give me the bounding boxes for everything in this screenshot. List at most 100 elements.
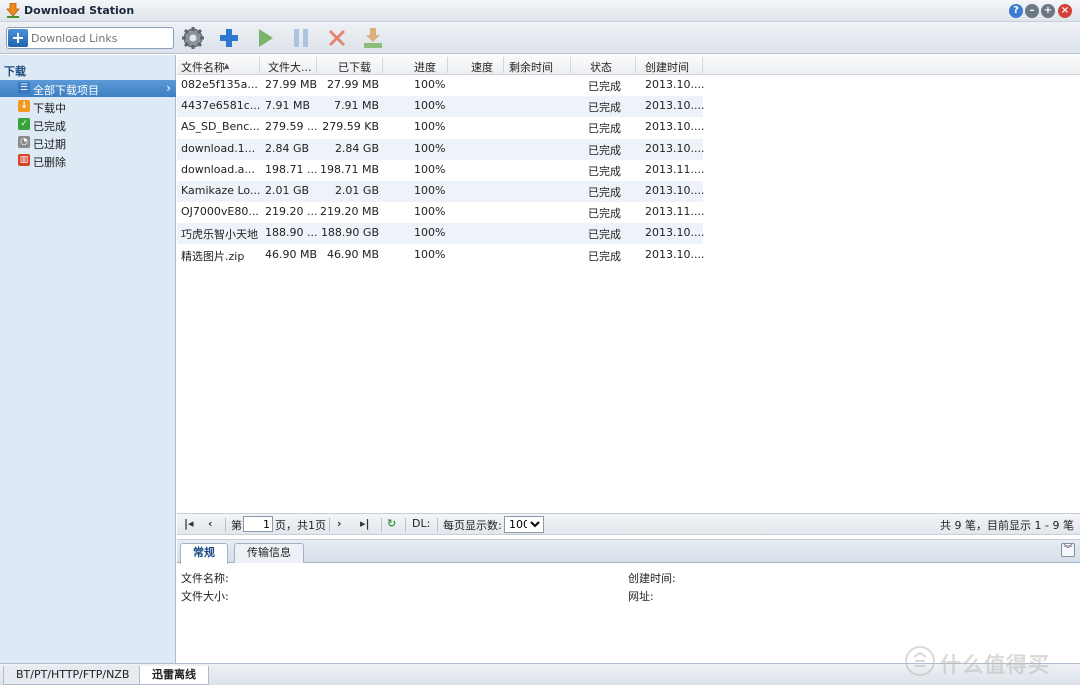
table-row[interactable]: Kamikaze Lo... 2.01 GB 2.01 GB 100% 已完成 2013.…: [177, 181, 705, 202]
table-cell: 巧虎乐智小天地: [181, 228, 258, 242]
table-row[interactable]: 082e5f135a... 27.99 MB 27.99 MB 100% 已完成 2013…: [177, 75, 705, 96]
save-icon[interactable]: [361, 26, 385, 50]
detail-filename-label: 文件名称:: [181, 572, 229, 585]
column-divider: [382, 57, 383, 73]
sidebar-item-2[interactable]: ✓ 已完成: [0, 116, 176, 133]
add-link-icon[interactable]: +: [8, 29, 28, 47]
maximize-icon[interactable]: +: [1041, 4, 1055, 18]
delete-icon[interactable]: [325, 26, 349, 50]
last-page-button[interactable]: ▸|: [360, 517, 370, 530]
collapse-icon[interactable]: ︾: [1061, 543, 1075, 557]
table-row[interactable]: AS_SD_Benc... 279.59 ... 279.59 KB 100% 已完成 2…: [177, 117, 705, 138]
sidebar-item-4[interactable]: ▥ 已删除: [0, 152, 176, 169]
table-cell: 2.01 GB: [334, 184, 379, 197]
tab-bt-pt-http[interactable]: BT/PT/HTTP/FTP/NZB: [3, 666, 143, 685]
column-header-2[interactable]: 已下载: [338, 59, 371, 75]
table-cell: 27.99 MB: [265, 78, 318, 91]
help-icon[interactable]: ?: [1009, 4, 1023, 18]
tab-transfer-info[interactable]: 传输信息: [234, 543, 304, 563]
pause-icon[interactable]: [289, 26, 313, 50]
sidebar-section-title: 下载: [4, 65, 26, 78]
next-page-button[interactable]: ›: [337, 517, 342, 530]
chevron-right-icon: ›: [166, 81, 171, 95]
detail-created-label: 创建时间:: [628, 572, 676, 585]
sidebar-item-0[interactable]: ☰ 全部下载项目 ›: [0, 80, 176, 97]
sidebar: 下载 ☰ 全部下载项目 › ↓ 下载中 ✓ 已完成 ◔ 已过期 ▥ 已删除: [0, 55, 176, 663]
app-title: Download Station: [24, 4, 135, 17]
sidebar-item-1[interactable]: ↓ 下载中: [0, 98, 176, 115]
table-row[interactable]: 4437e6581c... 7.91 MB 7.91 MB 100% 已完成 2013.1…: [177, 96, 705, 118]
table-cell: 2013.10....: [645, 120, 705, 134]
divider: [329, 518, 330, 532]
column-divider: [447, 57, 448, 73]
table-row[interactable]: download.a... 198.71 ... 198.71 MB 100% 已完成 2…: [177, 160, 705, 181]
table-cell: 188.90 ...: [265, 226, 318, 240]
column-divider: [570, 57, 571, 73]
download-links-field[interactable]: +: [6, 27, 174, 49]
pager-summary: 共 9 笔，目前显示 1 - 9 笔: [940, 519, 1074, 532]
table-cell: 100%: [414, 99, 446, 113]
column-header-6[interactable]: 状态: [590, 59, 612, 75]
minimize-icon[interactable]: –: [1025, 4, 1039, 18]
table-cell: 2013.10....: [645, 99, 705, 113]
table-cell: 2013.10....: [645, 184, 705, 197]
grid-header: 文件名称 ▲ 文件大... 已下载 进度 速度 剩余时间 状态 创建时间: [177, 55, 1080, 75]
table-row[interactable]: 精选图片.zip 46.90 MB 46.90 MB 100% 已完成 2013.10..…: [177, 245, 704, 266]
prev-page-button[interactable]: ‹: [208, 517, 213, 530]
table-cell: 已完成: [588, 101, 621, 115]
table-cell: 精选图片.zip: [181, 249, 245, 263]
sort-ascending-icon: ▲: [224, 62, 230, 70]
table-cell: 219.20 ...: [265, 205, 318, 219]
table-cell: 已完成: [588, 186, 621, 199]
column-divider: [316, 57, 317, 73]
column-header-3[interactable]: 进度: [414, 59, 436, 75]
table-cell: 279.59 KB: [322, 120, 379, 134]
table-cell: 2013.11....: [645, 162, 705, 176]
column-header-0[interactable]: 文件名称: [181, 59, 225, 75]
download-links-input[interactable]: [31, 30, 171, 46]
divider: [381, 518, 382, 532]
refresh-icon[interactable]: ↻: [387, 517, 396, 530]
table-cell: 2013.10....: [645, 226, 705, 240]
trash-icon: ▥: [18, 154, 30, 166]
sidebar-item-3[interactable]: ◔ 已过期: [0, 134, 176, 151]
table-cell: 100%: [414, 226, 446, 240]
per-page-select[interactable]: 100: [504, 516, 544, 533]
table-cell: 已完成: [588, 164, 621, 178]
table-cell: 279.59 ...: [265, 120, 318, 134]
page-number-input[interactable]: [243, 516, 273, 532]
table-cell: 46.90 MB: [326, 247, 379, 261]
first-page-button[interactable]: |◂: [184, 517, 194, 530]
column-header-7[interactable]: 创建时间: [645, 59, 689, 75]
watermark-logo: [905, 646, 935, 676]
divider: [405, 518, 406, 532]
clock-icon: ◔: [18, 136, 30, 148]
table-cell: download.a...: [181, 162, 255, 176]
tab-general[interactable]: 常规: [180, 543, 228, 564]
start-icon[interactable]: [253, 26, 277, 50]
table-cell: 已完成: [588, 207, 621, 221]
sidebar-item-label: 已完成: [33, 120, 66, 133]
tab-xunlei-offline[interactable]: 迅雷离线: [139, 666, 209, 685]
list-icon: ☰: [18, 82, 30, 94]
page-prefix: 第: [231, 519, 242, 532]
sidebar-item-label: 全部下载项目: [33, 84, 99, 97]
table-row[interactable]: OJ7000vE80... 219.20 ... 219.20 MB 100% 已完成 2…: [177, 202, 704, 223]
column-header-4[interactable]: 速度: [471, 59, 493, 75]
close-icon[interactable]: ×: [1058, 4, 1072, 18]
table-row[interactable]: download.1... 2.84 GB 2.84 GB 100% 已完成 2013.1…: [177, 138, 704, 160]
column-header-5[interactable]: 剩余时间: [509, 59, 553, 75]
table-cell: 已完成: [588, 143, 621, 157]
table-cell: 100%: [414, 247, 446, 261]
table-row[interactable]: 巧虎乐智小天地 188.90 ... 188.90 GB 100% 已完成 2013.10…: [177, 223, 705, 245]
settings-icon[interactable]: [181, 26, 205, 50]
table-cell: 7.91 MB: [265, 99, 311, 113]
table-cell: download.1...: [181, 141, 256, 155]
table-cell: 27.99 MB: [326, 78, 379, 91]
column-header-1[interactable]: 文件大...: [268, 59, 312, 75]
table-cell: 7.91 MB: [333, 99, 379, 113]
add-icon[interactable]: [217, 26, 241, 50]
table-cell: 已完成: [588, 228, 621, 242]
table-cell: Kamikaze Lo...: [181, 184, 261, 197]
table-cell: 2013.10....: [645, 78, 705, 91]
